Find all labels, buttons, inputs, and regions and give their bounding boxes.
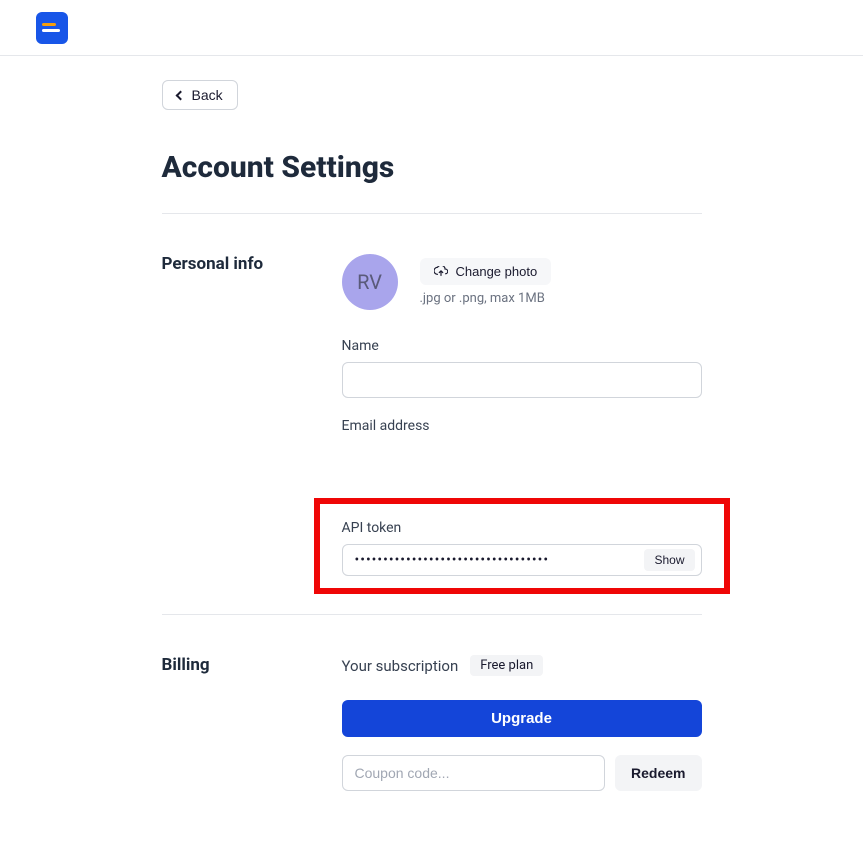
chevron-left-icon bbox=[175, 90, 185, 100]
back-button[interactable]: Back bbox=[162, 80, 238, 110]
name-field: Name bbox=[342, 338, 702, 398]
subscription-label: Your subscription bbox=[342, 657, 459, 675]
change-photo-button[interactable]: Change photo bbox=[420, 258, 552, 285]
upload-icon bbox=[434, 266, 448, 278]
api-token-value: •••••••••••••••••••••••••••••••••• bbox=[355, 552, 637, 568]
main-content: Back Account Settings Personal info RV bbox=[162, 56, 702, 851]
name-label: Name bbox=[342, 338, 702, 354]
avatar-initials: RV bbox=[357, 270, 382, 294]
section-label-billing: Billing bbox=[162, 655, 342, 791]
plan-badge: Free plan bbox=[470, 655, 543, 676]
email-input[interactable] bbox=[342, 442, 702, 478]
change-photo-label: Change photo bbox=[456, 264, 538, 279]
api-token-field: •••••••••••••••••••••••••••••••••• Show bbox=[342, 544, 702, 576]
subscription-row: Your subscription Free plan bbox=[342, 655, 702, 676]
upgrade-button[interactable]: Upgrade bbox=[342, 700, 702, 737]
api-token-highlight: API token ••••••••••••••••••••••••••••••… bbox=[314, 498, 730, 594]
email-label: Email address bbox=[342, 418, 702, 434]
section-personal-info: Personal info RV Change photo bbox=[162, 214, 702, 614]
coupon-input[interactable] bbox=[342, 755, 606, 791]
email-field: Email address bbox=[342, 418, 702, 478]
avatar: RV bbox=[342, 254, 398, 310]
app-logo[interactable] bbox=[36, 12, 68, 44]
page-title: Account Settings bbox=[162, 150, 702, 185]
api-token-label: API token bbox=[342, 520, 702, 536]
redeem-button[interactable]: Redeem bbox=[615, 755, 701, 791]
back-button-label: Back bbox=[192, 87, 223, 103]
coupon-row: Redeem bbox=[342, 755, 702, 791]
show-token-button[interactable]: Show bbox=[644, 549, 694, 571]
photo-hint: .jpg or .png, max 1MB bbox=[420, 291, 552, 306]
name-input[interactable] bbox=[342, 362, 702, 398]
photo-row: RV Change photo .jpg or .png, max 1MB bbox=[342, 254, 702, 310]
topbar bbox=[0, 0, 863, 56]
section-billing: Billing Your subscription Free plan Upgr… bbox=[162, 615, 702, 811]
